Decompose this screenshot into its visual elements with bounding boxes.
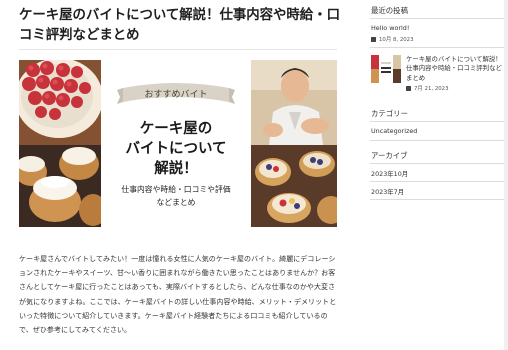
hero-subtitle-2: などまとめ [157, 198, 196, 207]
sidebar-divider [370, 121, 506, 122]
recent-post-link-2[interactable]: ケーキ屋のバイトについて解説！仕事内容や時給・口コミ評判などまとめ [406, 55, 506, 83]
recent-post-date-1: 10月 8, 2023 [371, 35, 414, 43]
page-scrollbar[interactable] [504, 0, 508, 350]
post-body: ケーキ屋さんでバイトしてみたい！一度は憧れる女性に人気のケーキ屋のバイト。綺麗に… [19, 255, 337, 335]
sidebar-divider [370, 47, 506, 48]
recent-post-link-1[interactable]: Hello world! [371, 24, 409, 32]
sidebar-divider [370, 199, 506, 200]
hero-headline-3: 解説！ [154, 159, 198, 177]
archive-link-2023-07[interactable]: 2023年7月 [371, 187, 404, 196]
pastry-chef-photo [251, 60, 337, 145]
strawberry-tart-photo [19, 60, 103, 145]
archives-heading: アーカイブ [371, 151, 408, 160]
sidebar-divider [370, 140, 506, 141]
sidebar-divider [370, 18, 506, 19]
cream-puffs-photo [19, 145, 107, 227]
featured-image: おすすめバイト ケーキ屋の バイトについて 解説！ 仕事内容や時給・口コミや評価… [19, 60, 337, 227]
archive-link-2023-10[interactable]: 2023年10月 [371, 169, 408, 178]
recent-post-thumbnail[interactable] [371, 55, 401, 83]
calendar-icon [371, 36, 376, 42]
hero-subtitle-1: 仕事内容や時給・口コミや評価 [121, 184, 230, 194]
categories-heading: カテゴリー [371, 109, 408, 118]
recent-post-date-text-1: 10月 8, 2023 [379, 37, 414, 43]
badge-text: おすすめバイト [144, 89, 207, 100]
sidebar: 最近の投稿 Hello world! 10月 8, 2023 ケーキ屋のバイトに… [362, 0, 508, 350]
sidebar-divider [370, 163, 506, 164]
post-title: ケーキ屋のバイトについて解説！仕事内容や時給・口コミ評判などまとめ [19, 8, 340, 43]
article-main: ケーキ屋のバイトについて解説！仕事内容や時給・口コミ評判などまとめ おすすめバイ… [0, 0, 350, 350]
fruit-tartlets-photo [251, 145, 337, 227]
recent-posts-heading: 最近の投稿 [371, 6, 408, 15]
category-link-uncategorized[interactable]: Uncategorized [371, 127, 417, 135]
recent-post-date-text-2: 7月 21, 2023 [414, 86, 449, 92]
calendar-icon [406, 85, 411, 91]
hero-headline-1: ケーキ屋の [140, 120, 213, 137]
hero-headline-2: バイトについて [125, 140, 226, 157]
title-divider [19, 49, 337, 50]
recent-post-date-2: 7月 21, 2023 [406, 84, 449, 92]
sidebar-divider [370, 181, 506, 182]
